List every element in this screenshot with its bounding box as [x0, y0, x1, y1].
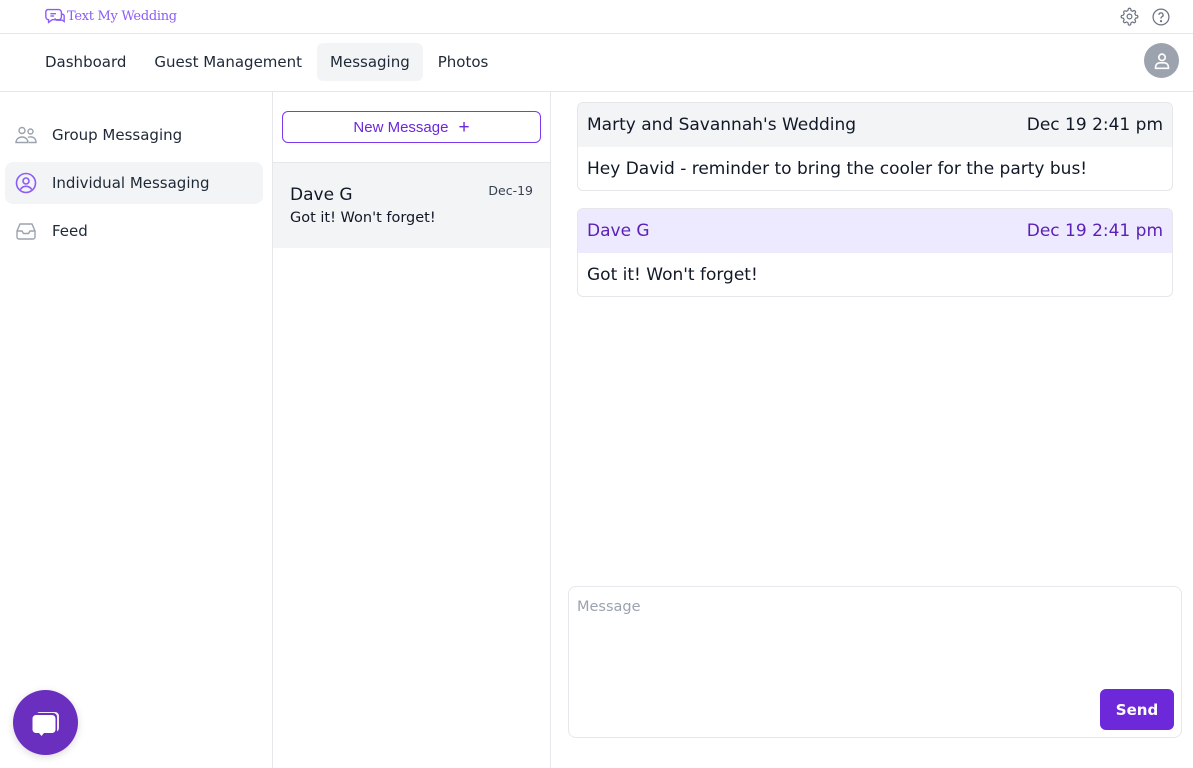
sidebar-item-group-messaging[interactable]: Group Messaging — [5, 114, 263, 156]
nav-tab-photos[interactable]: Photos — [425, 43, 502, 81]
message-card: Dave G Dec 19 2:41 pm Got it! Won't forg… — [577, 208, 1173, 297]
message-timestamp: Dec 19 2:41 pm — [1026, 115, 1163, 135]
nav-tab-dashboard[interactable]: Dashboard — [32, 43, 139, 81]
sidebar-item-label: Group Messaging — [52, 126, 183, 144]
sidebar: Group Messaging Individual Messaging Fee… — [0, 92, 273, 768]
message-thread: Marty and Savannah's Wedding Dec 19 2:41… — [551, 92, 1193, 768]
nav-tab-guest-management[interactable]: Guest Management — [141, 43, 315, 81]
conversation-list: New Message + Dave G Dec-19 Got it! Won'… — [273, 92, 551, 768]
main-nav: Dashboard Guest Management Messaging Pho… — [0, 34, 1193, 92]
send-button[interactable]: Send — [1100, 689, 1174, 730]
conversation-item[interactable]: Dave G Dec-19 Got it! Won't forget! — [273, 162, 550, 248]
inbox-icon — [14, 219, 38, 243]
support-chat-button[interactable] — [13, 690, 78, 755]
message-sender: Dave G — [587, 221, 650, 241]
message-body: Hey David - reminder to bring the cooler… — [587, 158, 1088, 179]
message-header: Marty and Savannah's Wedding Dec 19 2:41… — [578, 103, 1172, 147]
logo-text: Text My Wedding — [67, 8, 177, 24]
sidebar-item-individual-messaging[interactable]: Individual Messaging — [5, 162, 263, 204]
conversation-date: Dec-19 — [488, 183, 533, 198]
message-sender: Marty and Savannah's Wedding — [587, 115, 857, 135]
plus-icon: + — [458, 116, 470, 138]
sidebar-item-label: Feed — [52, 222, 88, 240]
gear-icon[interactable] — [1119, 6, 1140, 27]
help-icon[interactable] — [1150, 6, 1171, 27]
new-message-button[interactable]: New Message + — [282, 111, 541, 143]
top-bar: Text My Wedding — [0, 0, 1193, 34]
logo[interactable]: Text My Wedding — [44, 5, 177, 27]
users-icon — [14, 123, 38, 147]
user-circle-icon — [14, 171, 38, 195]
message-header: Dave G Dec 19 2:41 pm — [578, 209, 1172, 253]
message-timestamp: Dec 19 2:41 pm — [1026, 221, 1163, 241]
message-body: Got it! Won't forget! — [587, 264, 758, 285]
message-input[interactable] — [577, 599, 1167, 679]
conversation-preview: Got it! Won't forget! — [290, 210, 436, 226]
sidebar-item-feed[interactable]: Feed — [5, 210, 263, 252]
message-card: Marty and Savannah's Wedding Dec 19 2:41… — [577, 102, 1173, 191]
nav-tab-messaging[interactable]: Messaging — [317, 43, 423, 81]
conversation-name: Dave G — [290, 185, 353, 205]
sidebar-item-label: Individual Messaging — [52, 174, 210, 192]
chat-bubble-logo-icon — [45, 8, 65, 24]
chat-bubbles-icon — [32, 711, 59, 736]
new-message-label: New Message — [353, 118, 449, 136]
user-avatar[interactable] — [1144, 43, 1179, 78]
user-icon — [1154, 52, 1169, 69]
message-composer: Send — [568, 586, 1182, 738]
